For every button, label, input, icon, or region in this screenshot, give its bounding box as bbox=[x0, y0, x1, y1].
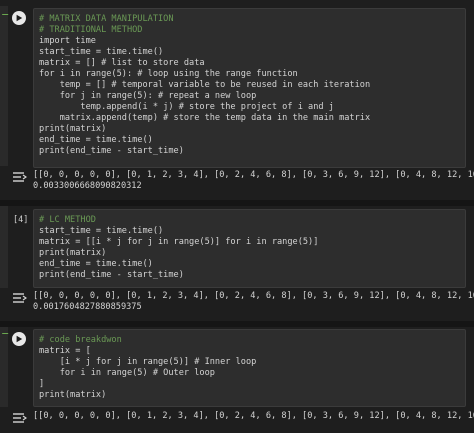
cell-1-gutter bbox=[0, 6, 8, 166]
code-line: matrix.append(temp) # store the temp dat… bbox=[39, 113, 371, 123]
code-line: [i * j for j in range(5)] # Inner loop bbox=[39, 357, 257, 367]
code-line: print(end_time - start_time) bbox=[39, 146, 184, 156]
cell-3-output-line: [[0, 0, 0, 0, 0], [0, 1, 2, 3, 4], [0, 2… bbox=[33, 411, 474, 421]
cell-2-gutter bbox=[0, 206, 8, 288]
cell-2-output-line: 0.0017604827880859375 bbox=[33, 302, 142, 312]
cell-separator bbox=[0, 321, 474, 327]
code-line: ] bbox=[39, 379, 45, 389]
run-cell-3-button[interactable] bbox=[12, 332, 26, 346]
run-cell-1-button[interactable] bbox=[12, 11, 26, 25]
code-line: for i in range(5): # loop using the rang… bbox=[39, 69, 298, 79]
code-cell-2[interactable]: # LC METHOD start_time = time.time() mat… bbox=[33, 209, 466, 288]
code-line: # MATRIX DATA MANIPULATION bbox=[39, 14, 174, 24]
code-line: end_time = time.time() bbox=[39, 259, 153, 269]
code-line: start_time = time.time() bbox=[39, 226, 164, 236]
code-line: end_time = time.time() bbox=[39, 135, 153, 145]
code-cell-3[interactable]: # code breakdwon matrix = [ [i * j for j… bbox=[33, 329, 466, 407]
code-line: matrix = [ bbox=[39, 346, 91, 356]
output-toggle-icon[interactable] bbox=[12, 171, 27, 183]
code-line: temp.append(i * j) # store the project o… bbox=[39, 102, 334, 112]
code-line: for i in range(5) # Outer loop bbox=[39, 368, 215, 378]
code-line: print(matrix) bbox=[39, 124, 107, 134]
cell-3-gutter bbox=[0, 327, 8, 407]
cell-1-output-line: 0.0033006668090820312 bbox=[33, 181, 142, 191]
code-line: temp = [] # temporal variable to be reus… bbox=[39, 80, 371, 90]
code-line: print(matrix) bbox=[39, 390, 107, 400]
cell-separator bbox=[0, 200, 474, 206]
code-line: import time bbox=[39, 36, 96, 46]
play-icon bbox=[16, 335, 23, 343]
cell-1-output-line: [[0, 0, 0, 0, 0], [0, 1, 2, 3, 4], [0, 2… bbox=[33, 170, 474, 180]
code-line: print(matrix) bbox=[39, 248, 107, 258]
execution-count: [4] bbox=[13, 215, 29, 225]
code-line: # code breakdwon bbox=[39, 335, 122, 345]
play-icon bbox=[16, 14, 23, 22]
cell-2-output-line: [[0, 0, 0, 0, 0], [0, 1, 2, 3, 4], [0, 2… bbox=[33, 291, 474, 301]
code-line: start_time = time.time() bbox=[39, 47, 164, 57]
output-toggle-icon[interactable] bbox=[12, 292, 27, 304]
code-line: # TRADITIONAL METHOD bbox=[39, 25, 143, 35]
code-cell-1[interactable]: # MATRIX DATA MANIPULATION # TRADITIONAL… bbox=[33, 8, 466, 168]
code-line: for j in range(5): # repeat a new loop bbox=[39, 91, 257, 101]
code-line: # LC METHOD bbox=[39, 215, 96, 225]
code-line: matrix = [[i * j for j in range(5)] for … bbox=[39, 237, 319, 247]
code-line: matrix = [] # list to store data bbox=[39, 58, 205, 68]
code-line: print(end_time - start_time) bbox=[39, 270, 184, 280]
output-toggle-icon[interactable] bbox=[12, 412, 27, 424]
